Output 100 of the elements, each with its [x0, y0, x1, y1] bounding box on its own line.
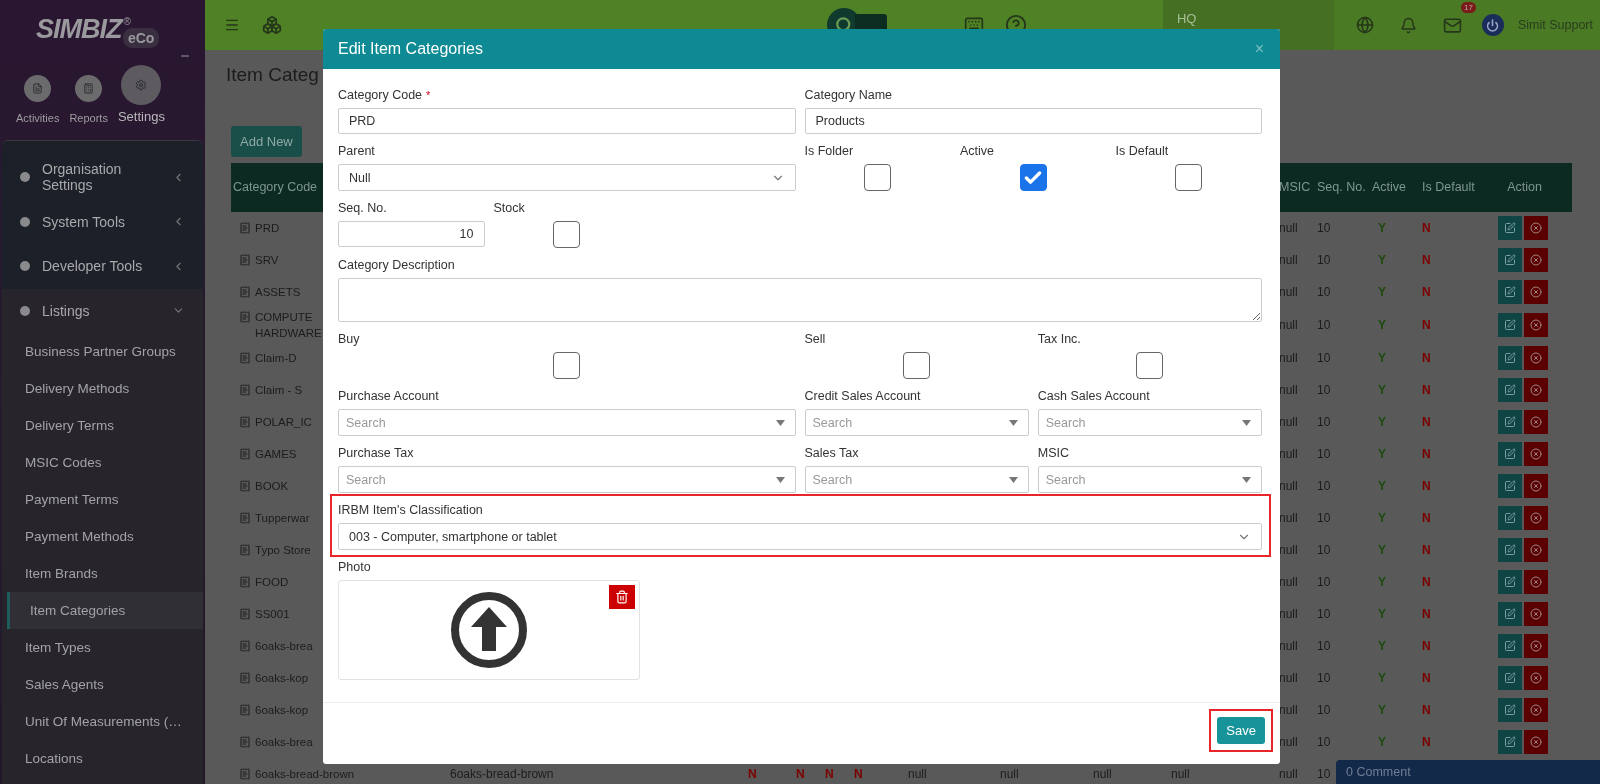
input-field[interactable]: 10 [338, 221, 485, 247]
table-cell: null [1279, 413, 1298, 431]
checkbox[interactable] [553, 221, 581, 248]
edit-button[interactable] [1498, 474, 1522, 498]
edit-button[interactable] [1498, 698, 1522, 722]
delete-button[interactable] [609, 585, 635, 609]
submenu-item[interactable]: MSIC Codes [2, 444, 203, 481]
table-cell: null [1279, 509, 1298, 527]
submenu-item[interactable]: Unit Of Measurements (… [2, 703, 203, 740]
submenu-item[interactable]: Item Types [2, 629, 203, 666]
table-cell: null [1279, 283, 1298, 301]
delete-button[interactable] [1524, 442, 1548, 466]
checkbox[interactable] [903, 352, 931, 379]
menu-item[interactable]: Developer Tools [2, 244, 203, 289]
table-cell: N [1422, 316, 1431, 334]
table-cell: null [1171, 765, 1190, 783]
list-icon [239, 416, 251, 428]
submenu-item[interactable]: Item Brands [2, 555, 203, 592]
table-cell-text: Y [1377, 413, 1386, 431]
checkbox[interactable] [1019, 164, 1047, 191]
x-circle-icon [1530, 480, 1542, 492]
edit-button[interactable] [1498, 280, 1522, 304]
column-header: Active [1372, 179, 1408, 196]
delete-button[interactable] [1524, 506, 1548, 530]
submenu-item[interactable]: Payment Methods [2, 518, 203, 555]
module-tab[interactable]: Activities [16, 75, 60, 124]
delete-button[interactable] [1524, 698, 1548, 722]
module-tab[interactable]: Settings [117, 65, 165, 124]
delete-button[interactable] [1524, 666, 1548, 690]
list-icon [239, 286, 251, 298]
edit-button[interactable] [1498, 602, 1522, 626]
table-cell: 10 [1317, 445, 1331, 463]
table-cell: N [1422, 251, 1431, 269]
input-field[interactable]: PRD [338, 108, 796, 134]
delete-button[interactable] [1524, 216, 1548, 240]
submenu-item[interactable]: Delivery Terms [2, 407, 203, 444]
field-label: MSIC [1037, 445, 1070, 461]
delete-button[interactable] [1524, 410, 1548, 434]
table-cell-text: COMPUTE HARDWARE [255, 310, 323, 341]
dialog-title: Edit Item Categories [338, 40, 483, 58]
submenu-item[interactable]: Payment Terms [2, 481, 203, 518]
menu-item[interactable]: Listings [2, 288, 203, 333]
delete-button[interactable] [1524, 313, 1548, 337]
checkbox[interactable] [1175, 164, 1203, 191]
list-icon [239, 736, 251, 748]
submenu-item[interactable]: Locations [2, 740, 203, 777]
field-label: Purchase Account [338, 388, 440, 404]
comment-bar[interactable]: 0 Comment [1336, 760, 1600, 784]
select-field[interactable]: 003 - Computer, smartphone or tablet [338, 523, 1262, 550]
submenu-item[interactable]: Business Partner Groups [2, 333, 203, 370]
submenu-item[interactable]: Item Categories [7, 592, 203, 629]
textarea-field[interactable] [338, 278, 1262, 322]
menu-item[interactable]: Organisation Settings [2, 155, 203, 200]
submenu-item[interactable]: Delivery Methods [2, 370, 203, 407]
save-button[interactable]: Save [1217, 717, 1265, 744]
list-icon [239, 352, 251, 364]
edit-button[interactable] [1498, 248, 1522, 272]
edit-button[interactable] [1498, 570, 1522, 594]
edit-button[interactable] [1498, 346, 1522, 370]
edit-button[interactable] [1498, 313, 1522, 337]
table-cell: null [1279, 349, 1298, 367]
edit-button[interactable] [1498, 378, 1522, 402]
checkbox[interactable] [1136, 352, 1164, 379]
table-cell: N [796, 765, 805, 783]
column-header: Seq. No. [1317, 179, 1367, 196]
delete-button[interactable] [1524, 378, 1548, 402]
input-field[interactable]: Products [804, 108, 1262, 134]
delete-button[interactable] [1524, 474, 1548, 498]
add-new-button[interactable]: Add New [231, 126, 302, 157]
delete-button[interactable] [1524, 280, 1548, 304]
edit-button[interactable] [1498, 216, 1522, 240]
delete-button[interactable] [1524, 346, 1548, 370]
checkbox[interactable] [553, 352, 581, 379]
edit-button[interactable] [1498, 506, 1522, 530]
delete-button[interactable] [1524, 538, 1548, 562]
edit-button[interactable] [1498, 442, 1522, 466]
delete-button[interactable] [1524, 248, 1548, 272]
delete-button[interactable] [1524, 634, 1548, 658]
x-circle-icon [1530, 576, 1542, 588]
delete-button[interactable] [1524, 570, 1548, 594]
delete-button[interactable] [1524, 730, 1548, 754]
checkbox[interactable] [864, 164, 892, 191]
list-icon [239, 672, 251, 684]
submenu-item[interactable]: Sales Agents [2, 666, 203, 703]
edit-icon [1504, 319, 1516, 331]
edit-icon [1504, 544, 1516, 556]
field-label: Tax Inc. [1037, 331, 1082, 347]
edit-button[interactable] [1498, 538, 1522, 562]
menu-item[interactable]: System Tools [2, 199, 203, 244]
edit-button[interactable] [1498, 666, 1522, 690]
select-field[interactable]: Null [338, 164, 796, 191]
edit-button[interactable] [1498, 730, 1522, 754]
edit-button[interactable] [1498, 634, 1522, 658]
delete-button[interactable] [1524, 602, 1548, 626]
table-cell-text: GAMES [255, 447, 297, 462]
power-icon[interactable] [1481, 14, 1504, 36]
photo-dropzone[interactable] [338, 580, 640, 680]
module-tab[interactable]: Reports [69, 75, 108, 124]
notification-badge: 17 [1461, 2, 1476, 13]
edit-button[interactable] [1498, 410, 1522, 434]
